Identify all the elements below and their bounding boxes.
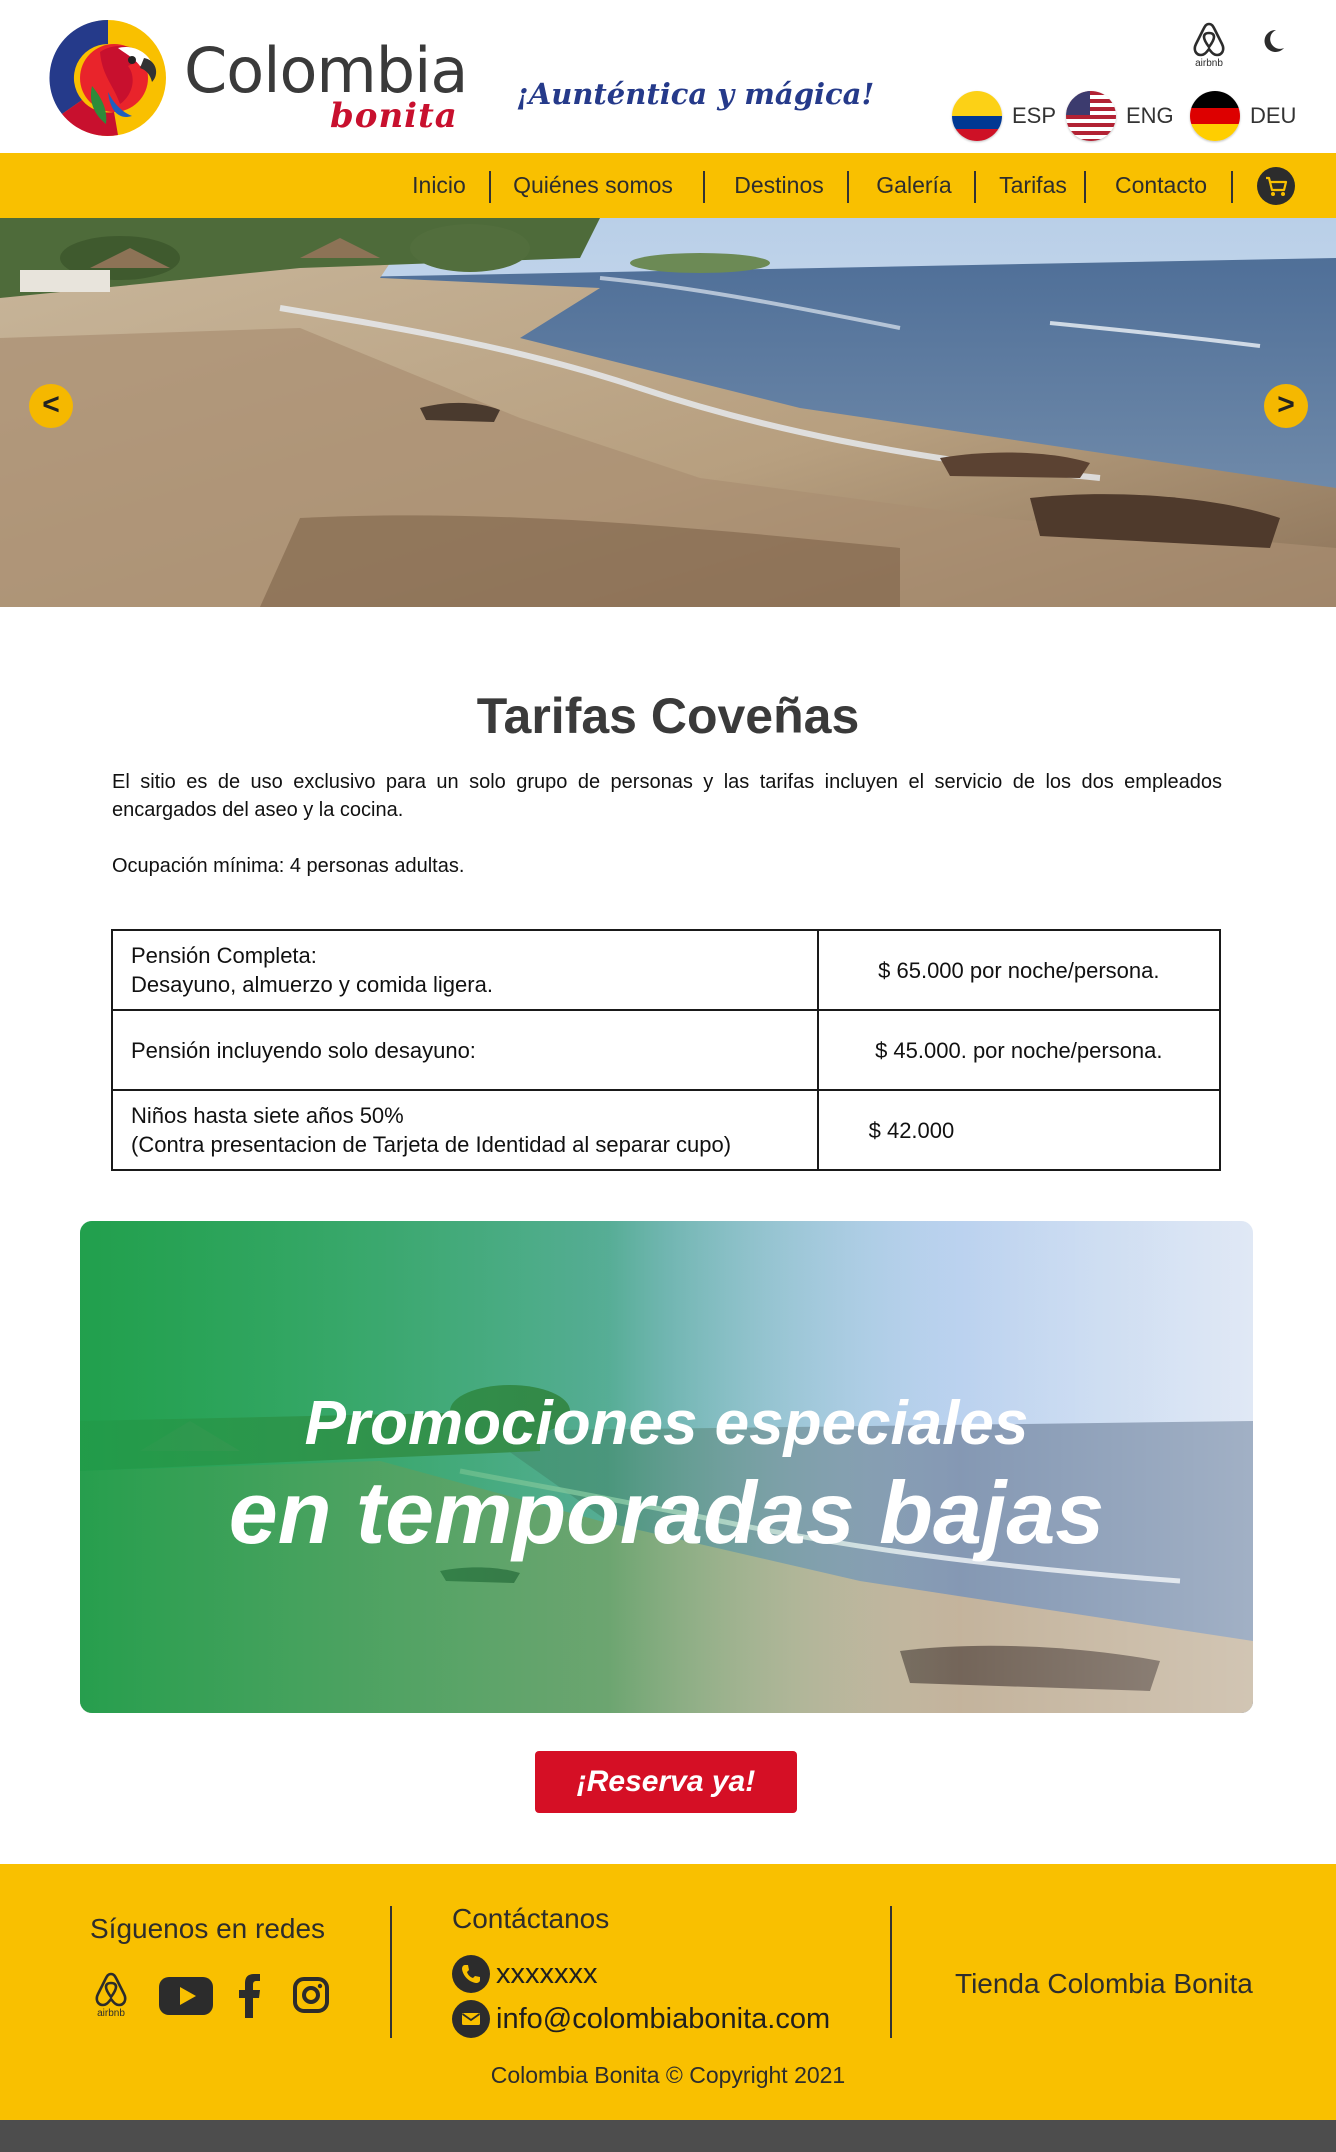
rate-line: Desayuno, almuerzo y comida ligera. [131,972,493,997]
beach-photo [0,218,1336,607]
nav-divider [1231,171,1233,203]
rate-line: Pensión Completa: [131,943,317,968]
instagram-icon [293,1977,329,2013]
language-code: ESP [1012,103,1057,128]
store-link[interactable]: Tienda Colombia Bonita [955,1968,1253,2000]
language-deu[interactable]: DEU [1190,90,1296,142]
facebook-icon [239,1974,260,2018]
main-navigation: Inicio Quiénes somos Destinos Galería Ta… [0,153,1336,218]
site-header: Colombia bonita ¡Aunténtica y mágica! ai… [0,0,1336,152]
table-row: Pensión incluyendo solo desayuno: $ 45.0… [111,1009,1222,1091]
airbnb-text: airbnb [1195,58,1223,68]
site-logo[interactable]: Colombia bonita [48,16,468,138]
phone-link[interactable]: xxxxxxx [452,1954,598,1994]
rates-table: Pensión Completa: Desayuno, almuerzo y c… [111,929,1222,1171]
contact-heading: Contáctanos [452,1903,610,1934]
tagline: ¡Aunténtica y mágica! [516,77,875,111]
nav-item-inicio[interactable]: Inicio [396,153,482,218]
colombia-flag-icon [952,91,1002,141]
airbnb-link[interactable]: airbnb [90,1970,132,2025]
reserve-button[interactable]: ¡Reserva ya! [535,1751,797,1813]
airbnb-icon: airbnb [1193,22,1225,69]
email-address: info@colombiabonita.com [496,2002,831,2035]
moon-icon [1264,29,1284,52]
language-eng[interactable]: ENG [1066,90,1174,142]
rate-line: (Contra presentacion de Tarjeta de Ident… [131,1132,732,1157]
email-link[interactable]: info@colombiabonita.com [452,1999,830,2039]
copyright: Colombia Bonita © Copyright 2021 [490,2062,846,2088]
site-footer: Síguenos en redes airbnb Contáctanos xxx… [0,1864,1336,2120]
nav-divider [847,171,849,203]
occupancy-text: Ocupación mínima: 4 personas adultas. [112,855,465,877]
nav-item-destinos[interactable]: Destinos [720,153,838,218]
rate-line: Niños hasta siete años 50% [131,1103,404,1128]
germany-flag-icon [1190,91,1240,141]
footer-divider [390,1906,392,2038]
rate-description: Pensión incluyendo solo desayuno: [111,1009,819,1091]
carousel-prev-button[interactable]: < [29,384,73,428]
phone-number: xxxxxxx [496,1957,598,1990]
mail-icon [452,2000,490,2038]
social-heading: Síguenos en redes [90,1913,326,1944]
cart-icon [1266,176,1288,196]
nav-item-quienes-somos[interactable]: Quiénes somos [498,153,688,218]
footer-bottom-bar [0,2120,1336,2152]
youtube-icon [159,1977,213,2015]
promo-heading: Promociones especiales [304,1389,1029,1458]
intro-text: El sitio es de uso exclusivo para un sol… [112,771,1222,821]
page-title: Tarifas Coveñas [476,688,860,744]
rate-description: Niños hasta siete años 50% (Contra prese… [111,1089,819,1171]
nav-divider [703,171,705,203]
parrot-logo-icon [49,19,166,136]
rate-price: $ 45.000. por noche/persona. [816,1009,1222,1091]
nav-divider [974,171,976,203]
table-row: Niños hasta siete años 50% (Contra prese… [111,1089,1222,1171]
cart-button[interactable] [1257,167,1295,205]
carousel-next-button[interactable]: > [1264,384,1308,428]
dark-mode-toggle[interactable] [1258,26,1288,56]
instagram-link[interactable] [292,1976,330,2019]
hero-carousel[interactable]: < > [0,218,1336,607]
nav-item-contacto[interactable]: Contacto [1102,153,1220,218]
nav-divider [1084,171,1086,203]
airbnb-link[interactable]: airbnb [1188,20,1230,69]
language-esp[interactable]: ESP [952,90,1056,142]
nav-item-galeria[interactable]: Galería [862,153,966,218]
nav-item-tarifas[interactable]: Tarifas [986,153,1080,218]
phone-icon [452,1955,490,1993]
language-code: DEU [1250,103,1297,128]
rate-price: $ 42.000 [816,1089,1222,1171]
logo-wordmark: Colombia [184,34,468,107]
rate-price: $ 65.000 por noche/persona. [816,929,1222,1011]
facebook-link[interactable] [238,1974,262,2023]
airbnb-text: airbnb [97,2008,125,2019]
table-row: Pensión Completa: Desayuno, almuerzo y c… [111,929,1222,1011]
footer-divider [890,1906,892,2038]
airbnb-icon: airbnb [95,1972,127,2019]
promo-subheading: en temporadas bajas [228,1463,1105,1562]
promo-banner: Promociones especiales en temporadas baj… [80,1221,1253,1713]
rate-description: Pensión Completa: Desayuno, almuerzo y c… [111,929,819,1011]
usa-flag-icon [1066,91,1116,141]
logo-subtitle: bonita [330,96,458,136]
nav-divider [489,171,491,203]
language-code: ENG [1126,103,1174,128]
youtube-link[interactable] [158,1976,214,2021]
rate-line: Pensión incluyendo solo desayuno: [131,1037,476,1063]
